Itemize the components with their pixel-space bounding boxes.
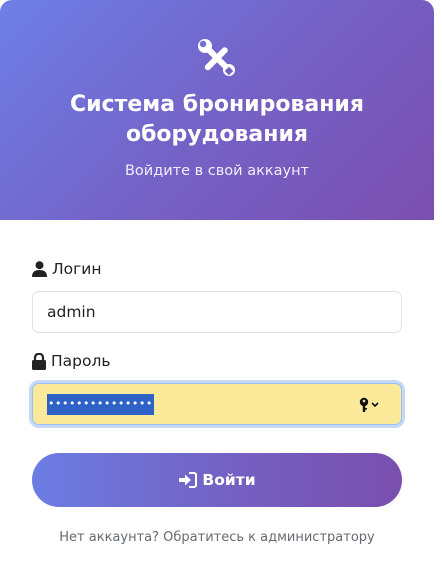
- login-input-value: admin: [47, 303, 96, 321]
- password-input-value: •••••••••••••••: [47, 393, 154, 415]
- login-button[interactable]: Войти: [32, 453, 402, 507]
- title-line-2: оборудования: [125, 122, 309, 147]
- page-edge: [434, 0, 442, 585]
- title-line-1: Система бронирования: [70, 92, 364, 117]
- login-label: Логин: [32, 260, 102, 278]
- user-icon: [32, 261, 47, 277]
- login-button-label: Войти: [202, 471, 256, 489]
- page-subtitle: Войдите в свой аккаунт: [124, 163, 310, 179]
- key-icon[interactable]: [359, 397, 381, 413]
- login-card: Система бронирования оборудования Войдит…: [0, 0, 434, 585]
- sign-in-icon: [179, 472, 198, 488]
- login-label-text: Логин: [52, 260, 102, 278]
- password-input[interactable]: •••••••••••••••: [32, 383, 402, 425]
- password-label: Пароль: [32, 352, 111, 370]
- login-input[interactable]: admin: [32, 291, 402, 333]
- tools-icon: [198, 39, 235, 76]
- password-label-text: Пароль: [51, 352, 111, 370]
- lock-icon: [32, 352, 46, 370]
- login-header: Система бронирования оборудования Войдит…: [0, 0, 434, 220]
- footer-note: Нет аккаунта? Обратитесь к администратор…: [59, 530, 375, 545]
- page-title: Система бронирования оборудования: [0, 90, 434, 150]
